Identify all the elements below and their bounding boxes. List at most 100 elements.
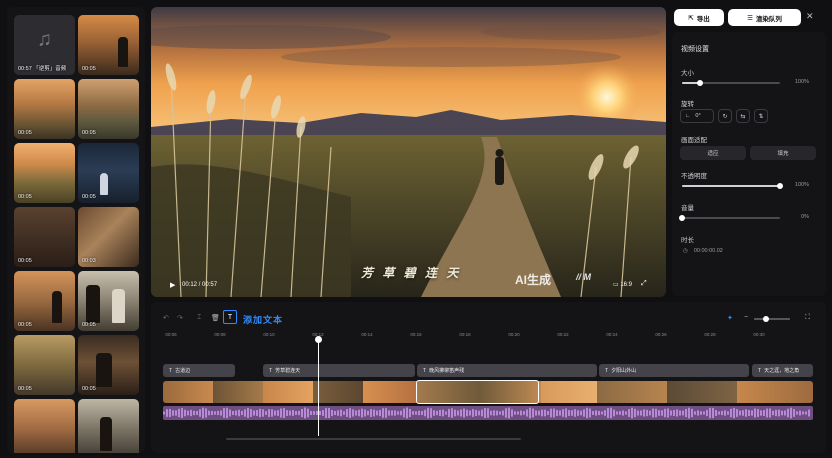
video-preview[interactable]: 芳 草 碧 连 天 AI生成 // M ▶ 00:12 / 00:57 ▭ 16… [151, 7, 666, 297]
ruler-label: 00:08 [214, 332, 226, 337]
aspect-ratio-button[interactable]: ▭ 16:9 [613, 281, 632, 288]
playhead[interactable] [318, 338, 319, 436]
media-duration: 00:05 [18, 258, 32, 264]
fullscreen-icon[interactable]: ⤢ [641, 280, 647, 288]
play-icon[interactable]: ▶ [170, 281, 175, 289]
text-clip[interactable]: T 夕阳山外山 [599, 364, 749, 377]
fit-timeline-icon[interactable]: ⛶ [805, 314, 810, 322]
media-duration: 00:05 [18, 386, 32, 392]
media-duration: 00:05 [18, 194, 32, 200]
figure-shape [100, 417, 112, 451]
figure-shape [52, 291, 62, 323]
text-clip[interactable]: T 芳草碧连天 [263, 364, 415, 377]
media-item[interactable]: 00:05 [78, 143, 139, 203]
timeline-scrollbar[interactable] [226, 438, 521, 440]
playhead-handle[interactable] [315, 336, 322, 343]
media-item[interactable]: 00:03 [78, 207, 139, 267]
render-queue-button[interactable]: ☰ 渲染队列 [728, 9, 801, 26]
size-label: 大小 [681, 70, 694, 77]
rotate-label: 旋转 [681, 101, 694, 108]
zoom-out-icon[interactable]: − [744, 314, 748, 321]
ruler-label: 00:26 [655, 332, 667, 337]
ruler-label: 00:14 [361, 332, 373, 337]
volume-slider[interactable] [679, 215, 780, 221]
export-icon: ⇱ [688, 14, 694, 22]
rotate-input[interactable]: ∟ 0° [680, 109, 714, 123]
export-button[interactable]: ⇱ 导出 [674, 9, 724, 26]
media-item[interactable]: 00:05 [14, 79, 75, 139]
media-duration: 00:05 [82, 194, 96, 200]
selected-clip[interactable] [416, 380, 539, 404]
media-item[interactable]: 00:05 [14, 271, 75, 331]
audio-waveform [163, 407, 810, 419]
media-duration: 00:05 [82, 130, 96, 136]
ruler-label: 00:18 [459, 332, 471, 337]
figure-shape [96, 353, 112, 387]
ruler-label: 00:06 [165, 332, 177, 337]
fit-label: 画面适配 [681, 137, 707, 144]
time-ruler: 00:06 00:08 00:10 00:12 00:14 00:16 00:1… [151, 330, 826, 340]
text-clip[interactable]: T 晚风拂柳笛声残 [417, 364, 597, 377]
media-duration: 00:05 [18, 322, 32, 328]
flip-vertical-icon[interactable]: ⇅ [754, 109, 768, 123]
opacity-slider[interactable] [682, 183, 783, 189]
clock-icon: ◷ [683, 248, 688, 254]
volume-value: 0% [801, 214, 809, 220]
add-text-icon[interactable]: T [223, 310, 237, 324]
opacity-value: 100% [794, 182, 809, 188]
fit-option-fit[interactable]: 适应 [680, 146, 746, 160]
ruler-label: 00:16 [410, 332, 422, 337]
ruler-label: 00:10 [263, 332, 275, 337]
panel-title: 视频设置 [681, 46, 709, 53]
text-clip[interactable]: T 古道边 [163, 364, 235, 377]
media-duration: 00:05 [82, 386, 96, 392]
text-clip[interactable]: T 天之涯，地之角 [752, 364, 813, 377]
fit-option-fill[interactable]: 填充 [750, 146, 816, 160]
text-icon: T [423, 367, 427, 374]
media-item[interactable] [78, 399, 139, 453]
duration-row: ◷ 00:00:00.02 [683, 248, 723, 254]
add-text-button[interactable]: 添加文本 [243, 313, 283, 326]
media-item-audio[interactable]: ♫ 00:57 「逆剪」音频 [14, 15, 75, 75]
flip-horizontal-icon[interactable]: ⇆ [736, 109, 750, 123]
ruler-label: 00:30 [753, 332, 765, 337]
redo-icon[interactable]: ↷ [177, 314, 183, 322]
media-item[interactable]: 00:05 [78, 15, 139, 75]
close-icon[interactable]: ✕ [806, 11, 814, 22]
media-item[interactable]: 00:05 [78, 79, 139, 139]
delete-icon[interactable]: 🗑 [211, 314, 220, 322]
media-library: ♫ 00:57 「逆剪」音频 00:05 00:05 00:05 00:05 0… [7, 7, 145, 453]
playback-time: 00:12 / 00:57 [182, 282, 218, 288]
undo-icon[interactable]: ↶ [163, 314, 169, 322]
figure-shape [100, 173, 108, 195]
split-icon[interactable]: ⌶ [197, 314, 201, 322]
text-icon: T [169, 367, 173, 374]
editor-app: ♫ 00:57 「逆剪」音频 00:05 00:05 00:05 00:05 0… [0, 0, 832, 458]
media-item[interactable]: 00:05 [14, 207, 75, 267]
opacity-label: 不透明度 [681, 173, 707, 180]
brand-logo: // M [576, 272, 592, 282]
zoom-slider[interactable] [754, 316, 790, 322]
media-item[interactable]: 00:05 [78, 335, 139, 395]
media-item[interactable]: 00:05 [14, 335, 75, 395]
ruler-label: 00:22 [557, 332, 569, 337]
video-settings-panel: 视频设置 大小 100% 旋转 ∟ 0° ↻ ⇆ ⇅ 画面适配 适应 填充 不透明… [672, 32, 826, 296]
magic-icon[interactable]: ✦ [727, 314, 733, 322]
size-slider[interactable] [682, 80, 780, 86]
queue-icon: ☰ [747, 14, 753, 22]
media-duration: 00:05 [82, 66, 96, 72]
ai-watermark: AI生成 [515, 273, 552, 287]
text-icon: T [758, 367, 762, 374]
rotate-icon[interactable]: ↻ [718, 109, 732, 123]
text-icon: T [269, 367, 273, 374]
media-duration: 00:57 「逆剪」音频 [18, 66, 67, 72]
media-item[interactable] [14, 399, 75, 453]
duration-label: 时长 [681, 237, 694, 244]
audio-track[interactable] [163, 406, 813, 420]
figure-shape [112, 289, 125, 323]
media-item[interactable]: 00:05 [14, 143, 75, 203]
timeline-panel: ↶ ↷ ⌶ 🗑 T 添加文本 ✦ − ⛶ 00:06 00:08 00:10 0… [151, 302, 826, 453]
media-item[interactable]: 00:05 [78, 271, 139, 331]
music-note-icon: ♫ [37, 28, 52, 51]
figure-shape [118, 37, 128, 67]
